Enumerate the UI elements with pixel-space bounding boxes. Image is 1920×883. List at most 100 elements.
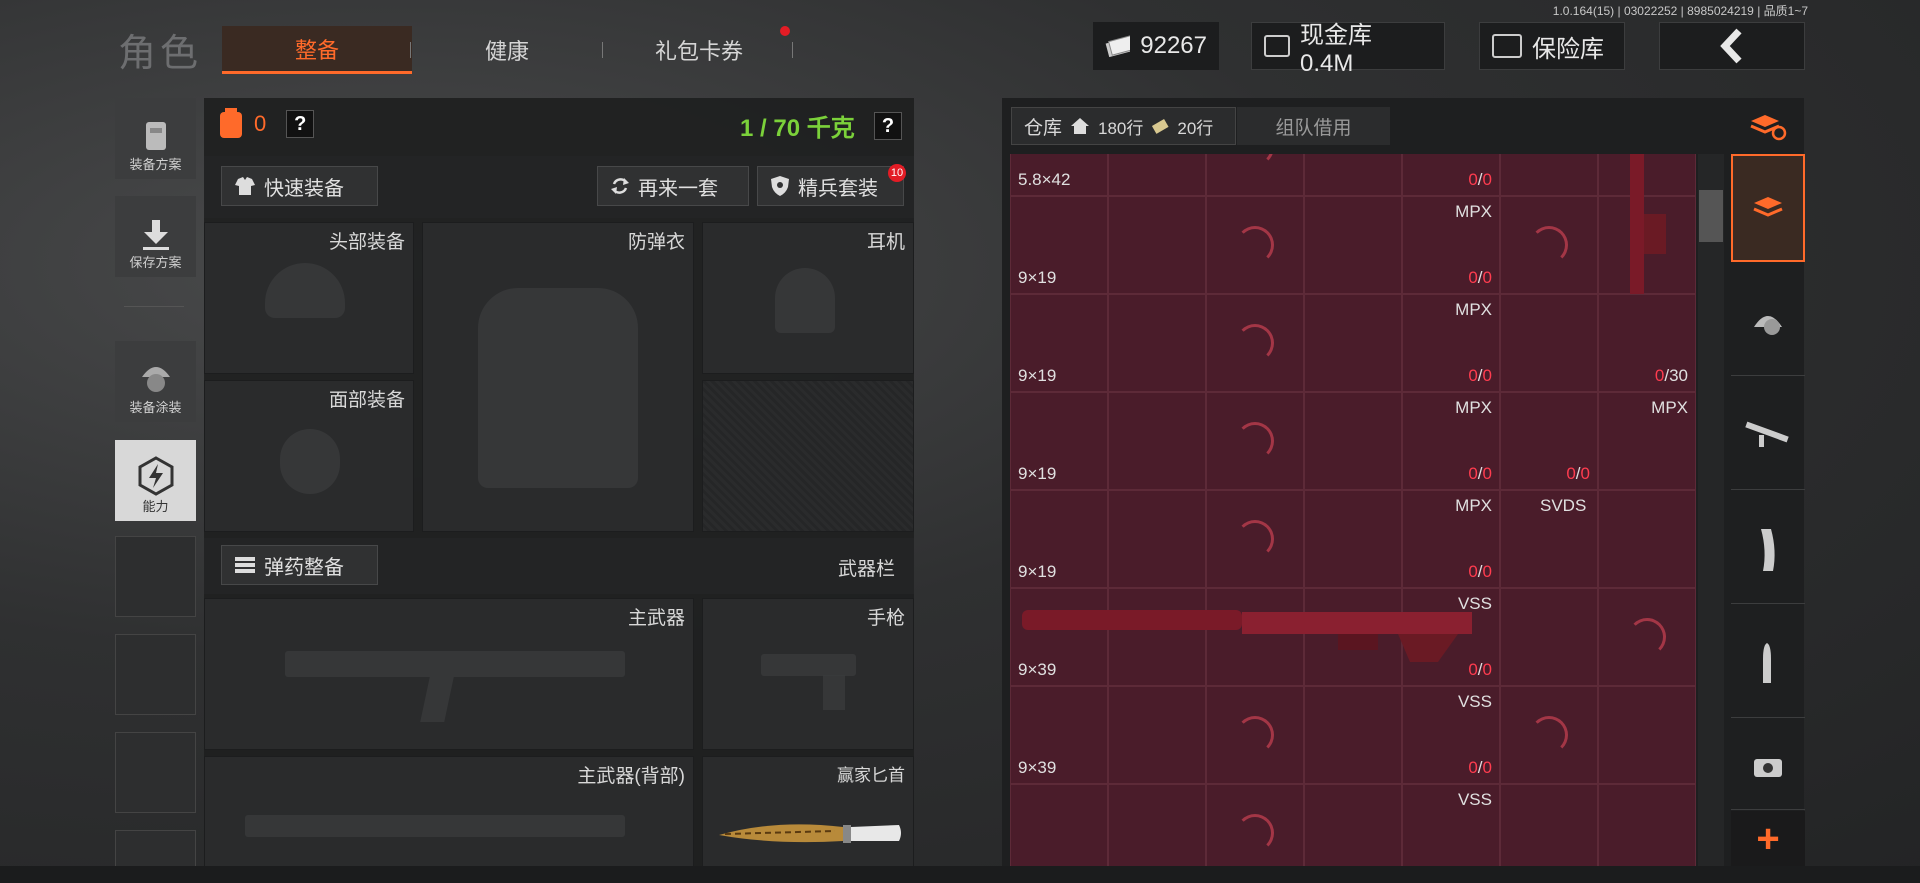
equipment-skin-button[interactable]: 装备涂装	[115, 341, 196, 422]
primary-weapon-slot[interactable]: 主武器	[204, 598, 694, 750]
grid-cell[interactable]	[1500, 154, 1598, 196]
grid-cell[interactable]	[1598, 490, 1696, 588]
storage-item[interactable]: MPX 9×19 0/0	[1010, 294, 1500, 392]
pistol-slot[interactable]: 手枪	[702, 598, 914, 750]
ammo-capacity: 0	[1482, 268, 1492, 287]
tab-equip[interactable]: 整备	[222, 26, 412, 74]
ticket-rows: 20行	[1177, 118, 1214, 138]
filter-all[interactable]	[1731, 154, 1805, 262]
loadout-plan-button[interactable]: 装备方案	[115, 98, 196, 179]
grid-cell[interactable]	[1598, 784, 1696, 866]
storage-tab[interactable]: 仓库 180行 20行	[1011, 107, 1236, 145]
ammo-equip-label: 弹药整备	[264, 556, 344, 579]
pistol-grip-silhouette	[823, 675, 845, 710]
item-ammo: 0/30	[1655, 366, 1688, 386]
slot-label: 防弹衣	[627, 232, 685, 253]
team-borrow-tab[interactable]: 组队借用	[1237, 107, 1390, 145]
quick-equip-label: 快速装备	[264, 177, 344, 200]
storage-item[interactable]: VSS 9×39 0/0	[1010, 686, 1500, 784]
svds-rifle-icon	[1630, 154, 1666, 294]
ammo-loaded: 0	[1468, 366, 1478, 385]
grid-cell[interactable]	[1500, 588, 1598, 686]
storage-item[interactable]: 0/30	[1500, 294, 1696, 392]
item-name: MPX	[1455, 496, 1492, 515]
sort-button[interactable]	[1731, 98, 1805, 154]
slot-label: 主武器(背部)	[577, 766, 685, 787]
knife-icon	[719, 824, 901, 843]
ammo-capacity: 0	[1482, 366, 1492, 385]
equip-again-label: 再来一套	[638, 177, 718, 200]
filter-magazine[interactable]	[1731, 496, 1805, 604]
weapon-bar-label: 武器栏	[838, 559, 896, 580]
item-ammo: 0/0	[1468, 268, 1492, 288]
house-icon	[1071, 118, 1090, 134]
face-gear-slot[interactable]: 面部装备	[204, 380, 414, 532]
help-icon[interactable]: ?	[286, 110, 315, 138]
sidebar-item-label: 保存方案	[129, 255, 182, 270]
filter-helmet[interactable]	[1731, 268, 1805, 376]
grid-cell[interactable]	[1500, 784, 1598, 866]
sidebar-item-label: 装备涂装	[129, 400, 182, 415]
ammo-loaded: 0	[1468, 562, 1478, 581]
item-ammo: 0/0	[1468, 366, 1492, 386]
ability-button[interactable]: 能力	[115, 440, 196, 521]
melee-slot[interactable]: 赢家匕首	[702, 756, 914, 883]
page-title: 角色	[118, 33, 203, 75]
tab-divider	[410, 42, 411, 58]
storage-item[interactable]: MPX 9×19 0/0	[1010, 392, 1500, 490]
storage-item[interactable]: SVDS	[1500, 490, 1598, 588]
storage-scrollbar[interactable]	[1698, 154, 1724, 866]
item-caliber: 5.8×42	[1018, 170, 1071, 189]
storage-item[interactable]: 5.8×42 0/0	[1010, 154, 1500, 196]
tab-divider	[792, 42, 793, 58]
cash-icon	[1105, 35, 1131, 57]
filter-weapon[interactable]	[1731, 382, 1805, 490]
vest-icon	[145, 122, 166, 150]
body-armor-slot[interactable]: 防弹衣	[422, 222, 694, 532]
safe-vault-label: 保险库	[1532, 35, 1604, 63]
pistol-icon	[761, 654, 856, 676]
layers-refresh-icon	[1750, 115, 1787, 141]
elite-kit-button[interactable]: 精兵套装	[757, 166, 904, 206]
primary-weapon-back-slot[interactable]: 主武器(背部)	[204, 756, 694, 883]
ammo-equip-button[interactable]: 弹药整备	[221, 545, 378, 585]
tab-label: 健康	[484, 39, 529, 64]
ammo-loaded: 0	[1468, 268, 1478, 287]
slot-label: 主武器	[627, 608, 685, 629]
scrollbar-thumb[interactable]	[1699, 190, 1723, 242]
sidebar-divider	[124, 306, 184, 307]
layers-icon	[1753, 197, 1783, 217]
money-display: 92267	[1093, 22, 1219, 70]
storage-item[interactable]: VSS	[1010, 784, 1500, 866]
storage-item[interactable]: 0/0	[1500, 392, 1598, 490]
tab-health[interactable]: 健康	[412, 26, 602, 74]
money-amount: 92267	[1140, 32, 1207, 59]
slot-label: 赢家匕首	[837, 766, 905, 785]
filter-ammo[interactable]	[1731, 610, 1805, 718]
safe-vault-button[interactable]: 保险库	[1479, 22, 1625, 70]
item-caliber: 9×39	[1018, 758, 1057, 777]
grid-cell[interactable]	[1598, 686, 1696, 784]
storage-item[interactable]: MPX 9×19 0/0	[1010, 490, 1500, 588]
save-plan-button[interactable]: 保存方案	[115, 196, 196, 277]
item-ammo: 0/0	[1468, 464, 1492, 484]
quick-equip-button[interactable]: 快速装备	[221, 166, 378, 206]
item-name: MPX	[1455, 398, 1492, 417]
tab-gift-coupons[interactable]: 礼包卡券	[604, 26, 794, 74]
ammo-loaded: 0	[1468, 758, 1478, 777]
cash-vault-button[interactable]: 现金库 0.4M	[1251, 22, 1445, 77]
filter-attachment[interactable]	[1731, 724, 1805, 810]
back-button[interactable]	[1659, 22, 1805, 70]
equip-again-button[interactable]: 再来一套	[597, 166, 749, 206]
loading-spinner-icon	[1236, 324, 1274, 362]
elite-kit-label: 精兵套装	[798, 177, 878, 200]
storage-item[interactable]: MPX 9×19 0/0	[1010, 196, 1500, 294]
head-gear-slot[interactable]: 头部装备	[204, 222, 414, 374]
cash-vault-icon	[1264, 35, 1290, 57]
add-button[interactable]: +	[1731, 811, 1805, 867]
item-caliber: 9×19	[1018, 268, 1057, 287]
headset-slot[interactable]: 耳机	[702, 222, 914, 374]
storage-item[interactable]: MPX	[1598, 392, 1696, 490]
weight-help-icon[interactable]: ?	[874, 112, 902, 140]
storage-item[interactable]: VSS 9×39 0/0	[1010, 588, 1500, 686]
